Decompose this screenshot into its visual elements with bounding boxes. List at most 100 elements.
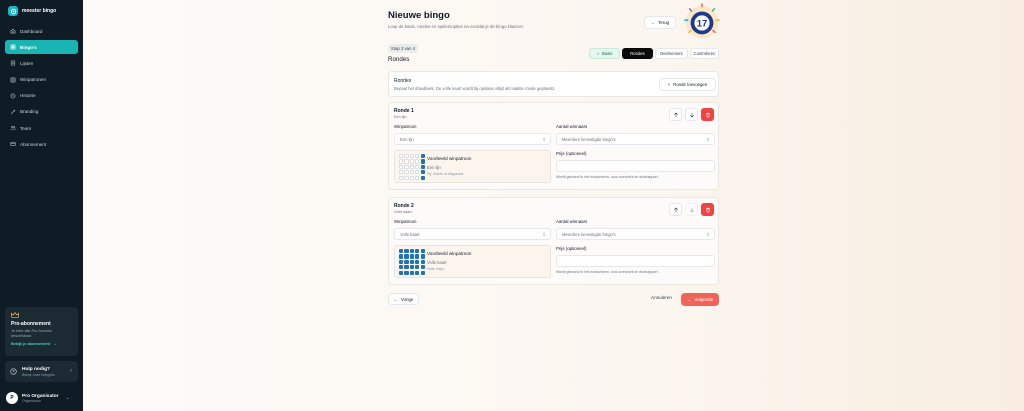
winpatroon-value: Volle kaart	[400, 231, 420, 237]
winners-select[interactable]: Meerdere bevestigde bingo's ⇕	[556, 133, 715, 145]
sidebar-item-team[interactable]: Team	[5, 121, 78, 135]
sidebar-item-branding[interactable]: Branding	[5, 105, 78, 119]
preview-name: Volle kaart	[427, 260, 447, 265]
next-button[interactable]: → Volgende	[681, 293, 719, 306]
sidebar: meester bingo Dashboard Bingo's Lijsten …	[0, 0, 83, 411]
move-down-button[interactable]	[685, 203, 698, 216]
add-round-button[interactable]: + Ronde toevoegen	[659, 78, 716, 91]
chevron-updown-icon: ⇕	[706, 232, 710, 237]
preview-description: Rij, kolom of diagonaal	[427, 172, 464, 176]
pattern-cell	[415, 249, 420, 254]
sidebar-item-label: Lijsten	[20, 60, 34, 66]
prize-label: Prijs (optioneel)	[556, 151, 587, 156]
sidebar-item-winpatronen[interactable]: Winpatronen	[5, 73, 78, 87]
list-icon	[10, 61, 16, 66]
pattern-cell	[415, 265, 420, 270]
tab-rondes[interactable]: Rondes	[622, 48, 653, 59]
avatar: P	[6, 392, 18, 404]
pattern-cell	[404, 265, 409, 270]
sidebar-item-abonnement[interactable]: Abonnement	[5, 137, 78, 151]
back-button-label: Terug	[658, 20, 670, 25]
tab-controleren[interactable]: Controleren	[690, 48, 719, 59]
sidebar-item-label: Branding	[20, 109, 39, 115]
prize-hint: Wordt getoond in het hostscherm, voor-ov…	[556, 175, 659, 179]
pattern-cell	[420, 265, 425, 270]
sidebar-item-lijsten[interactable]: Lijsten	[5, 56, 78, 70]
pattern-cell	[420, 164, 425, 169]
page-subtitle: Loop de basis, rondes en spelersopties n…	[388, 24, 524, 29]
pattern-cell	[420, 254, 425, 259]
pro-subscription-link[interactable]: Bekijk je abonnement →	[11, 342, 72, 346]
pro-title: Pro-abonnement	[11, 321, 51, 327]
preview-title: Voorbeeld winpatroon	[427, 251, 472, 256]
help-icon	[10, 368, 17, 375]
arrow-right-icon: →	[53, 342, 57, 346]
sidebar-item-label: Bingo's	[20, 44, 37, 50]
cancel-button[interactable]: Annuleren	[651, 295, 672, 300]
prize-input[interactable]	[556, 255, 715, 267]
tab-label: Basis	[602, 51, 613, 56]
help-card[interactable]: Hulp nodig? Bekijk onze helpgids ›	[5, 361, 78, 382]
pattern-cell	[409, 170, 414, 175]
tab-deelnemers[interactable]: Deelnemers	[655, 48, 688, 59]
chevron-updown-icon: ⇕	[542, 232, 546, 237]
chevron-down-icon: ⌄	[65, 395, 70, 401]
help-title: Hulp nodig?	[22, 366, 50, 372]
round-subtitle: Een lijn	[394, 115, 407, 119]
help-subtitle: Bekijk onze helpgids	[22, 372, 55, 377]
rondes-card: Rondes Bepaal het draaiboek. De volle ka…	[388, 71, 719, 97]
palette-icon	[10, 109, 16, 114]
delete-round-button[interactable]	[701, 108, 714, 121]
previous-button[interactable]: ← Vorige	[388, 293, 419, 305]
pro-link-label: Bekijk je abonnement	[11, 342, 51, 346]
pattern-cell	[420, 159, 425, 164]
pattern-cell	[399, 159, 404, 164]
pattern-cell	[404, 164, 409, 169]
next-label: Volgende	[694, 297, 714, 302]
back-button[interactable]: ← Terug	[644, 16, 676, 29]
prize-hint: Wordt getoond in het hostscherm, voor-ov…	[556, 270, 659, 274]
pattern-preview: Voorbeeld winpatroon Een lijn Rij, kolom…	[394, 150, 551, 183]
move-up-button[interactable]	[669, 203, 682, 216]
history-icon	[10, 93, 16, 99]
user-menu[interactable]: P Pro Organisator Organisator ⌄	[6, 391, 78, 405]
pattern-cell	[409, 249, 414, 254]
brand-name: meester bingo	[22, 8, 57, 14]
winpatroon-select[interactable]: Een lijn ⇕	[394, 133, 551, 145]
pattern-cell	[399, 164, 404, 169]
sidebar-item-dashboard[interactable]: Dashboard	[5, 24, 78, 38]
brand[interactable]: meester bingo	[8, 6, 56, 16]
winpatroon-label: Winpatroon	[394, 219, 417, 224]
winners-select[interactable]: Meerdere bevestigde bingo's ⇕	[556, 228, 715, 240]
move-down-button[interactable]	[685, 108, 698, 121]
round-title: Ronde 2	[394, 203, 414, 209]
pattern-cell	[420, 154, 425, 159]
pattern-cell	[404, 249, 409, 254]
tab-basis[interactable]: ✓ Basis	[589, 48, 620, 59]
delete-round-button[interactable]	[701, 203, 714, 216]
chevron-updown-icon: ⇕	[706, 137, 710, 142]
sidebar-item-label: Historie	[20, 93, 36, 99]
crown-icon	[11, 312, 19, 318]
pattern-cell	[399, 170, 404, 175]
badge-number: 17	[697, 18, 708, 29]
pattern-cell	[399, 154, 404, 159]
card-icon	[10, 142, 16, 147]
arrow-up-icon	[673, 206, 678, 212]
pattern-cell	[415, 175, 420, 180]
arrow-down-icon	[689, 112, 694, 118]
move-up-button[interactable]	[669, 108, 682, 121]
winners-value: Meerdere bevestigde bingo's	[562, 231, 616, 237]
sidebar-item-historie[interactable]: Historie	[5, 89, 78, 103]
pattern-cell	[404, 254, 409, 259]
preview-description: Volle retijn	[427, 267, 444, 271]
rondes-title: Rondes	[394, 78, 412, 84]
prize-input[interactable]	[556, 160, 715, 172]
sidebar-item-bingos[interactable]: Bingo's	[5, 40, 78, 55]
pattern-cell	[420, 170, 425, 175]
winpatroon-select[interactable]: Volle kaart ⇕	[394, 228, 551, 240]
round-card-1: Ronde 1 Een lijn Winpatroon Een lijn ⇕ V…	[388, 102, 719, 190]
pattern-cell	[404, 159, 409, 164]
round-card-2: Ronde 2 Volle kaart Winpatroon Volle kaa…	[388, 197, 719, 285]
arrow-down-icon	[689, 207, 694, 213]
